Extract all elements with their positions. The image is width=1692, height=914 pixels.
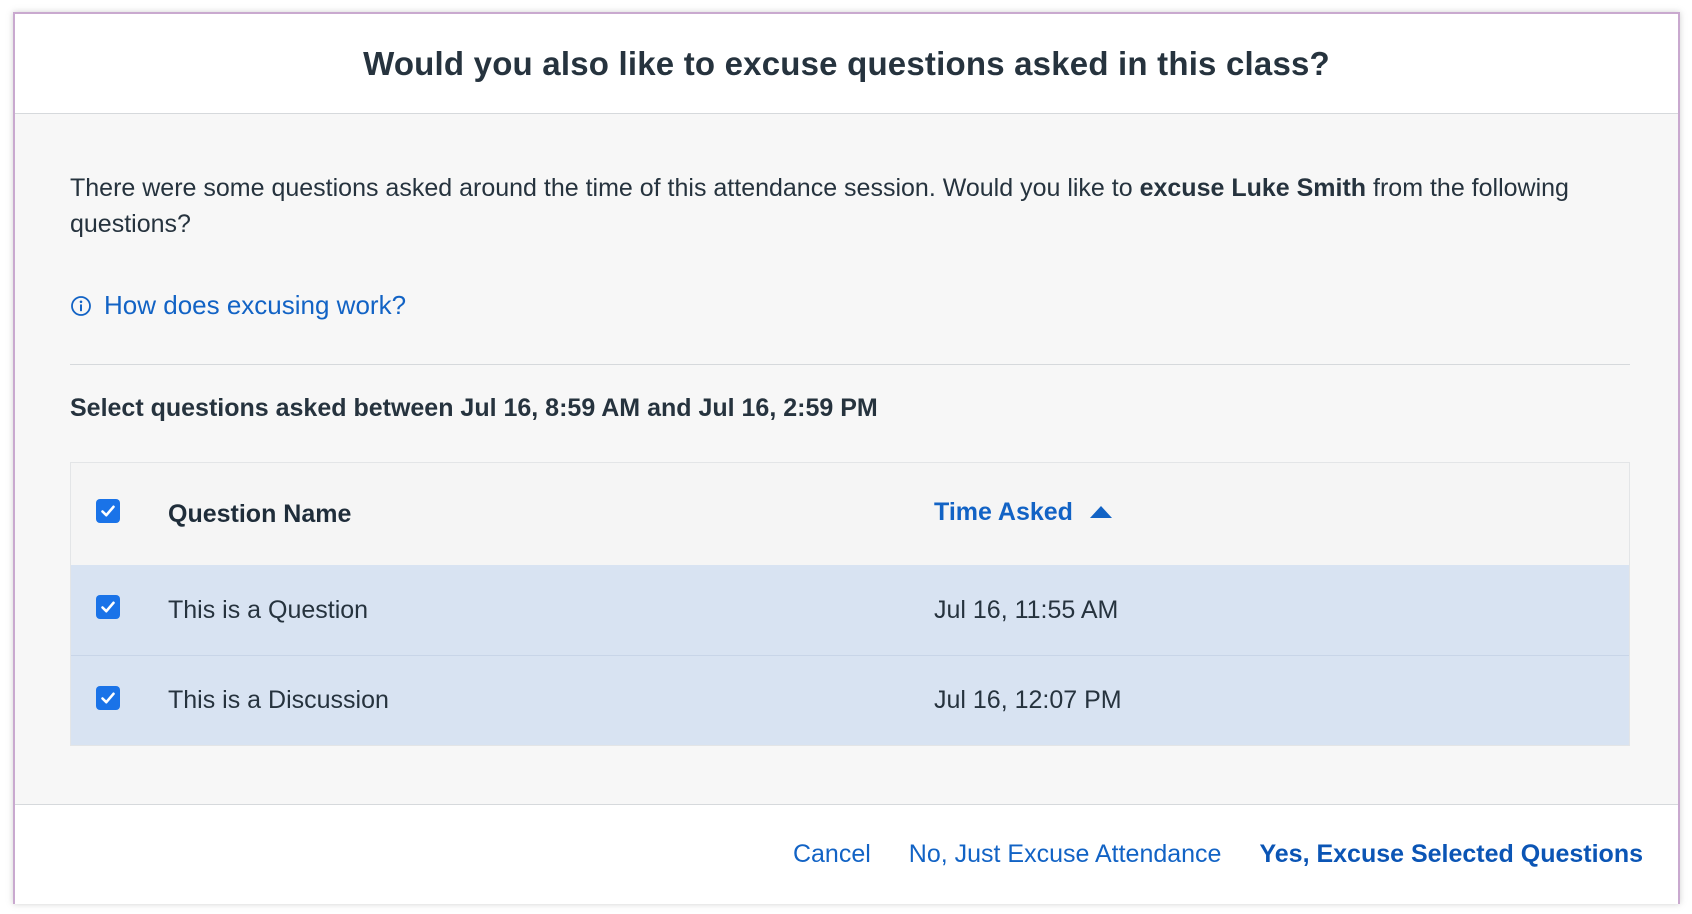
intro-text: There were some questions asked around t… [70, 170, 1630, 242]
checkmark-icon [101, 601, 115, 613]
caret-up-icon [1089, 506, 1112, 518]
cancel-button[interactable]: Cancel [793, 840, 871, 869]
how-excusing-works-link[interactable]: How does excusing work? [70, 290, 406, 321]
table-row[interactable]: This is a Discussion Jul 16, 12:07 PM [71, 655, 1629, 745]
question-name: This is a Discussion [168, 686, 389, 714]
column-header-time-asked[interactable]: Time Asked [934, 498, 1113, 527]
question-name: This is a Question [168, 595, 369, 624]
dialog-header: Would you also like to excuse questions … [15, 14, 1678, 114]
row-checkbox[interactable] [96, 685, 120, 710]
excuse-selected-questions-button[interactable]: Yes, Excuse Selected Questions [1259, 840, 1643, 869]
dialog-footer: Cancel No, Just Excuse Attendance Yes, E… [15, 804, 1678, 904]
time-range-label: Select questions asked between Jul 16, 8… [70, 394, 878, 422]
time-asked: Jul 16, 11:55 AM [934, 595, 1119, 624]
excuse-questions-dialog: Would you also like to excuse questions … [13, 12, 1680, 904]
dialog-title: Would you also like to excuse questions … [363, 44, 1330, 82]
time-asked-label: Time Asked [934, 497, 1073, 526]
checkmark-icon [101, 692, 115, 703]
checkmark-icon [101, 505, 115, 517]
table-row[interactable]: This is a Question Jul 16, 11:55 AM [71, 565, 1629, 655]
help-link-label: How does excusing work? [104, 290, 407, 320]
select-all-cell [71, 499, 168, 523]
section-divider [70, 364, 1630, 365]
table-header-row: Question Name Time Asked [71, 463, 1629, 565]
dialog-body: There were some questions asked around t… [15, 114, 1678, 804]
info-circle-icon [71, 295, 91, 316]
time-asked: Jul 16, 12:07 PM [934, 686, 1122, 714]
row-checkbox-cell [71, 595, 168, 619]
column-header-question-name: Question Name [168, 499, 352, 528]
select-all-checkbox[interactable] [96, 499, 120, 523]
row-checkbox[interactable] [96, 595, 120, 619]
just-excuse-attendance-button[interactable]: No, Just Excuse Attendance [909, 840, 1222, 869]
intro-text-bold: excuse Luke Smith [1139, 174, 1367, 202]
row-checkbox-cell [71, 685, 168, 710]
intro-text-start: There were some questions asked around t… [70, 174, 1140, 202]
questions-table: Question Name Time Asked This is a Quest… [70, 462, 1630, 746]
